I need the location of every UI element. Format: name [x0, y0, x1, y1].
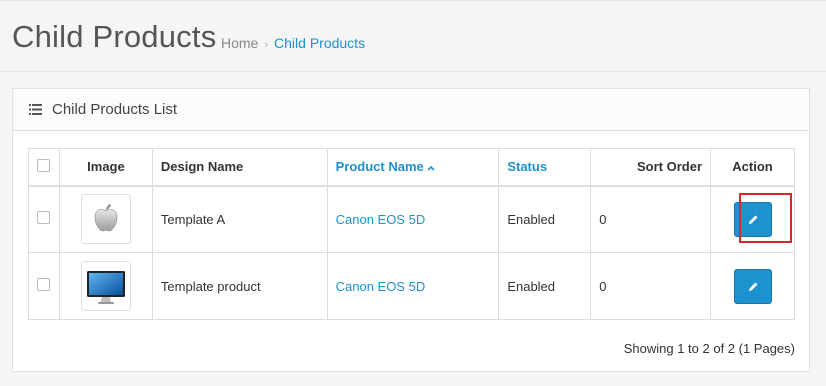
- product-name-link[interactable]: Canon EOS 5D: [336, 279, 426, 294]
- status-cell: Enabled: [498, 252, 592, 320]
- breadcrumb: Home › Child Products: [221, 35, 365, 51]
- sort-status-link[interactable]: Status: [507, 159, 547, 174]
- row-checkbox[interactable]: [37, 278, 51, 291]
- image-cell: [58, 185, 153, 253]
- product-name-link[interactable]: Canon EOS 5D: [336, 212, 426, 227]
- row-select-cell: [28, 185, 60, 253]
- product-name-cell: Canon EOS 5D: [326, 252, 500, 320]
- sort-product-name-link[interactable]: Product Name: [336, 159, 435, 174]
- select-all-checkbox[interactable]: [37, 158, 51, 172]
- panel-title: Child Products List: [52, 101, 178, 118]
- list-icon: [29, 104, 42, 115]
- pencil-icon: [748, 282, 758, 291]
- page-title: Child Products: [12, 19, 217, 54]
- monitor-icon: [86, 271, 125, 304]
- panel-heading: Child Products List: [13, 89, 809, 131]
- child-products-panel: Child Products List Image Design Name Pr…: [12, 88, 810, 372]
- column-header-action: Action: [710, 148, 795, 187]
- apple-logo-icon: [94, 204, 118, 232]
- sort-order-cell: 0: [590, 185, 712, 253]
- column-header-product-name-label: Product Name: [335, 159, 424, 175]
- child-products-table: Image Design Name Product Name Status So…: [28, 148, 795, 320]
- design-name-cell: Template product: [151, 252, 328, 320]
- breadcrumb-child-products-link[interactable]: Child Products: [274, 35, 365, 51]
- table-header-row: Image Design Name Product Name Status So…: [28, 148, 795, 187]
- edit-button[interactable]: [733, 268, 772, 304]
- select-all-cell: [28, 148, 60, 187]
- status-cell: Enabled: [498, 185, 592, 253]
- pagination-info: Showing 1 to 2 of 2 (1 Pages): [623, 341, 795, 356]
- table-row: Template product Canon EOS 5D Enabled 0: [28, 252, 795, 320]
- image-cell: [58, 252, 153, 320]
- table-row: Template A Canon EOS 5D Enabled 0: [28, 185, 795, 253]
- column-header-status[interactable]: Status: [498, 148, 592, 187]
- breadcrumb-home-link[interactable]: Home: [221, 35, 258, 51]
- breadcrumb-separator: ›: [264, 39, 269, 51]
- action-cell: [710, 252, 795, 320]
- product-thumbnail: [80, 194, 131, 245]
- product-name-cell: Canon EOS 5D: [326, 185, 500, 253]
- column-header-image: Image: [58, 148, 153, 187]
- row-checkbox[interactable]: [37, 211, 51, 225]
- highlight-box: [739, 193, 792, 243]
- column-header-sort-order: Sort Order: [590, 148, 712, 187]
- design-name-cell: Template A: [151, 185, 328, 253]
- column-header-design-name: Design Name: [151, 148, 328, 187]
- caret-up-icon: [427, 165, 435, 171]
- page-header: Child Products Home › Child Products: [0, 0, 826, 72]
- product-thumbnail: [80, 261, 131, 311]
- row-select-cell: [28, 252, 60, 320]
- sort-order-cell: 0: [590, 252, 712, 320]
- column-header-product-name[interactable]: Product Name: [326, 148, 500, 187]
